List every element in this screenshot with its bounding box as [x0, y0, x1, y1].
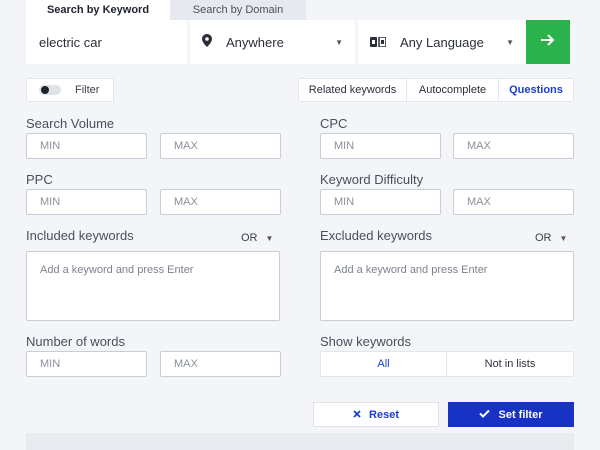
language-select[interactable]: Any Language ▼	[358, 20, 526, 64]
keyword-difficulty-min-input[interactable]: MIN	[320, 189, 441, 215]
keyword-difficulty-max-input[interactable]: MAX	[453, 189, 574, 215]
excluded-keywords-input[interactable]: Add a keyword and press Enter	[320, 251, 574, 321]
show-keywords-not-in-lists[interactable]: Not in lists	[447, 352, 573, 376]
tab-search-by-keyword[interactable]: Search by Keyword	[26, 0, 170, 20]
set-filter-button[interactable]: Set filter	[448, 402, 574, 427]
location-value: Anywhere	[226, 34, 284, 50]
search-mode-tabs: Search by Keyword Search by Domain	[26, 0, 306, 20]
search-submit-button[interactable]	[526, 20, 570, 64]
reset-label: Reset	[369, 408, 399, 421]
show-keywords-all[interactable]: All	[321, 352, 447, 376]
excluded-operator-select[interactable]: OR ▼	[535, 232, 567, 244]
keyword-difficulty-label: Keyword Difficulty	[320, 172, 424, 187]
cpc-min-input[interactable]: MIN	[320, 133, 441, 159]
included-keywords-input[interactable]: Add a keyword and press Enter	[26, 251, 280, 321]
chevron-down-icon: ▼	[335, 37, 343, 47]
check-icon	[479, 409, 491, 421]
cpc-label: CPC	[320, 116, 348, 131]
keyword-input-value: electric car	[39, 34, 102, 50]
number-of-words-max-input[interactable]: MAX	[160, 351, 281, 377]
close-icon	[353, 409, 361, 421]
chevron-down-icon: ▼	[265, 233, 274, 243]
tab-search-by-domain[interactable]: Search by Domain	[170, 0, 306, 20]
chevron-down-icon: ▼	[559, 233, 568, 243]
search-volume-label: Search Volume	[26, 116, 115, 131]
set-filter-label: Set filter	[498, 408, 543, 421]
tab-questions[interactable]: Questions	[499, 79, 573, 101]
keyword-input[interactable]: electric car	[26, 20, 190, 64]
cpc-max-input[interactable]: MAX	[453, 133, 574, 159]
search-volume-min-input[interactable]: MIN	[26, 133, 147, 159]
language-value: Any Language	[400, 34, 484, 50]
included-operator-select[interactable]: OR ▼	[241, 232, 273, 244]
included-keywords-label: Included keywords	[26, 228, 134, 243]
excluded-operator-value: OR	[535, 232, 552, 244]
number-of-words-label: Number of words	[26, 334, 125, 349]
filter-toggle-label: Filter	[75, 84, 100, 96]
tab-autocomplete[interactable]: Autocomplete	[407, 79, 499, 101]
show-keywords-label: Show keywords	[320, 334, 412, 349]
results-placeholder-strip	[26, 433, 574, 450]
location-pin-icon	[202, 34, 212, 50]
arrow-right-icon	[541, 33, 555, 51]
location-select[interactable]: Anywhere ▼	[190, 20, 358, 64]
search-bar: electric car Anywhere ▼ Any Language ▼	[26, 20, 574, 64]
show-keywords-toggle: All Not in lists	[320, 351, 574, 377]
ppc-label: PPC	[26, 172, 53, 187]
language-icon	[370, 35, 387, 50]
ppc-min-input[interactable]: MIN	[26, 189, 147, 215]
keyword-type-tabs: Related keywords Autocomplete Questions	[298, 78, 574, 102]
ppc-max-input[interactable]: MAX	[160, 189, 281, 215]
excluded-keywords-label: Excluded keywords	[320, 228, 432, 243]
number-of-words-min-input[interactable]: MIN	[26, 351, 147, 377]
included-operator-value: OR	[241, 232, 258, 244]
chevron-down-icon: ▼	[506, 37, 514, 47]
tab-related-keywords[interactable]: Related keywords	[299, 79, 407, 101]
reset-button[interactable]: Reset	[313, 402, 439, 427]
toggle-switch-icon	[39, 85, 61, 95]
search-volume-max-input[interactable]: MAX	[160, 133, 281, 159]
filter-toggle[interactable]: Filter	[26, 78, 114, 102]
